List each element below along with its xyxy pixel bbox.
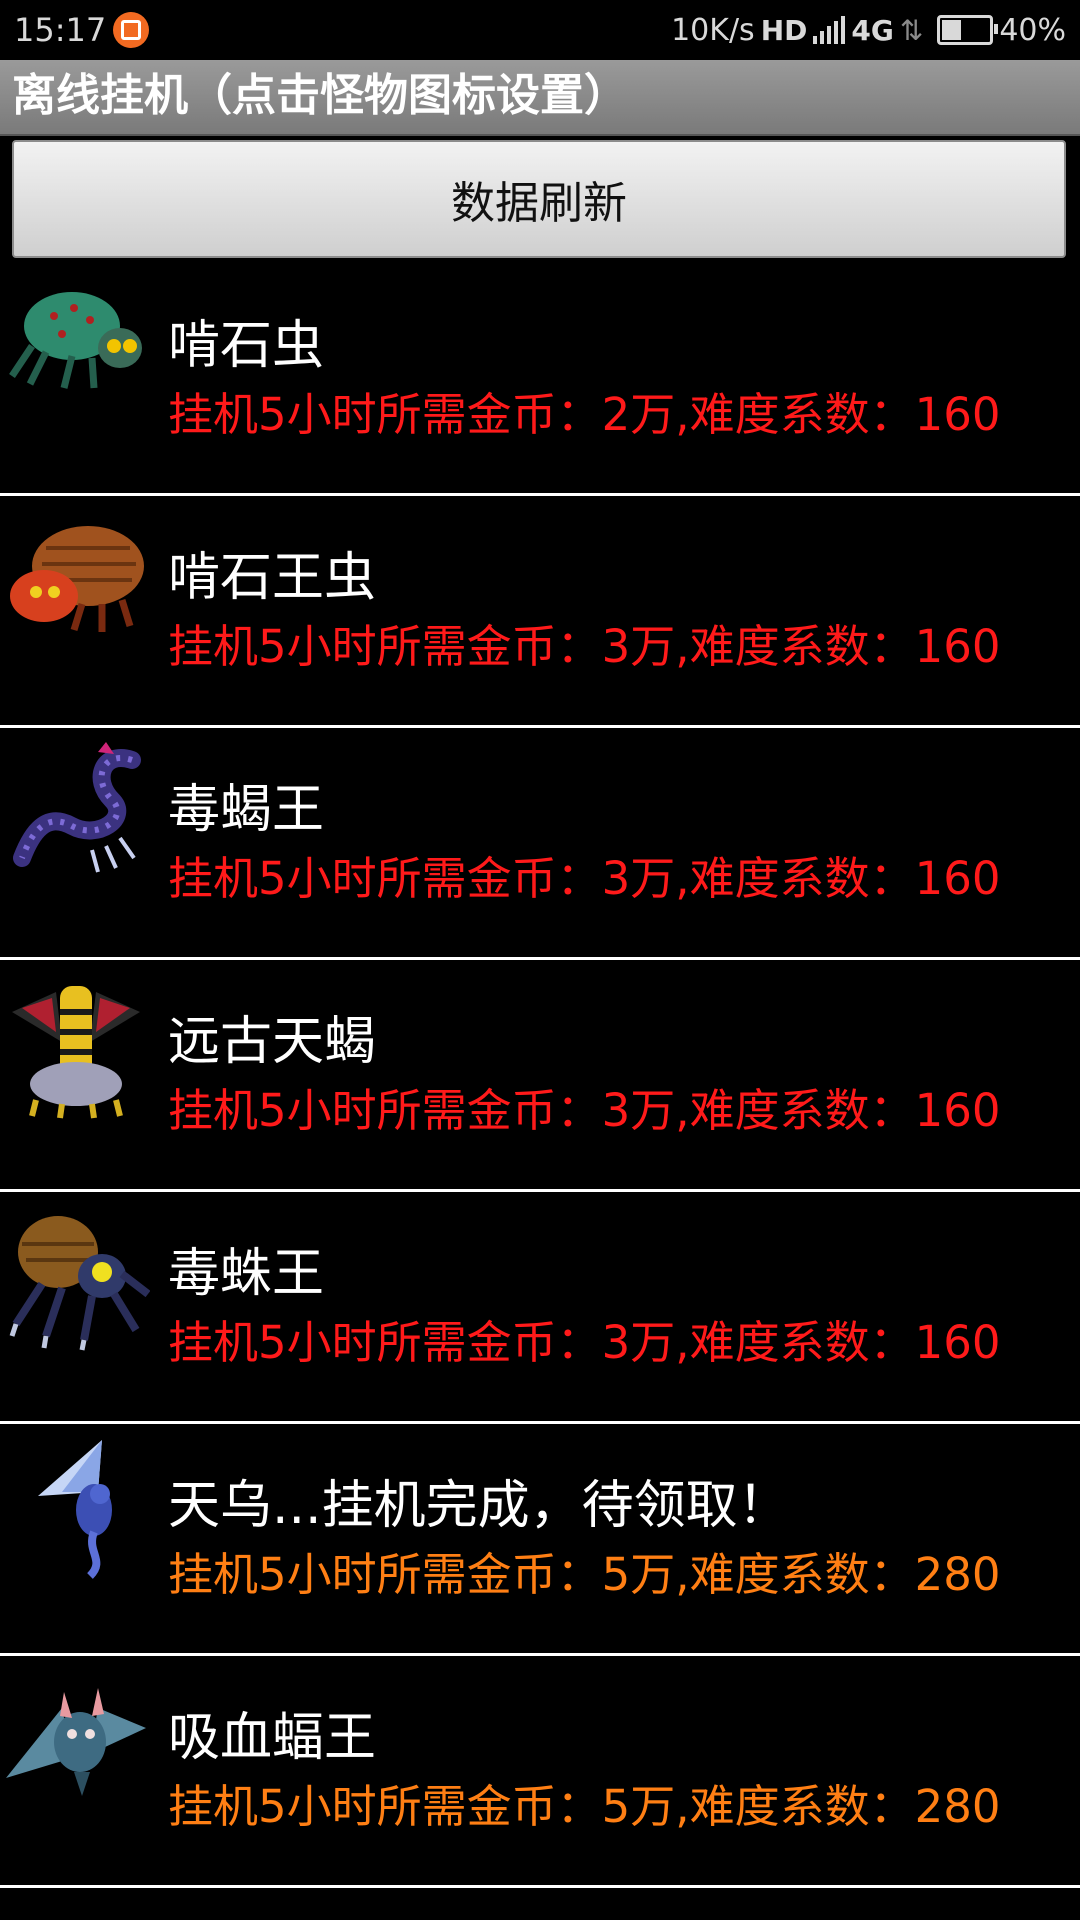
monster-name: 毒蛛王 [168, 1244, 325, 1304]
monster-cost-info: 挂机5小时所需金币：5万,难度系数：280 [168, 1548, 1001, 1601]
net-speed: 10K/s [671, 12, 755, 48]
monster-list: 啃石虫 挂机5小时所需金币：2万,难度系数：160 啃石王虫 挂机5小时所需金币：3万… [0, 264, 1080, 1888]
monster-list-item[interactable]: 吸血蝠王挂机5小时所需金币：5万,难度系数：280 [0, 1656, 1080, 1888]
monster-name: 天乌...挂机完成，待领取！ [168, 1476, 790, 1536]
monster-name: 毒蝎王 [168, 780, 325, 840]
monster-name: 啃石虫 [168, 316, 325, 376]
monster-name: 啃石王虫 [168, 548, 377, 608]
monster-list-item[interactable]: 远古天蝎挂机5小时所需金币：3万,难度系数：160 [0, 960, 1080, 1192]
monster-cost-info: 挂机5小时所需金币：3万,难度系数：160 [168, 1084, 1001, 1137]
hd-badge: HD [760, 13, 808, 47]
purple-serpent-monster-icon[interactable] [2, 740, 150, 888]
notification-icon [113, 12, 149, 48]
monster-name: 吸血蝠王 [168, 1708, 377, 1768]
monster-list-item[interactable]: 啃石虫挂机5小时所需金币：2万,难度系数：160 [0, 264, 1080, 496]
status-indicators: 10K/s HD 4G ⇅ 40% [671, 10, 1066, 50]
spider-king-monster-icon[interactable] [2, 1204, 150, 1352]
blue-bird-monster-icon[interactable] [2, 1436, 150, 1584]
signal-icon [813, 16, 846, 44]
monster-name: 远古天蝎 [168, 1012, 377, 1072]
green-spider-monster-icon[interactable] [2, 276, 150, 424]
vampire-bat-monster-icon[interactable] [2, 1668, 150, 1816]
gold-dragon-monster-icon[interactable] [2, 972, 150, 1120]
refresh-data-button[interactable]: 数据刷新 [12, 140, 1066, 258]
monster-cost-info: 挂机5小时所需金币：3万,难度系数：160 [168, 1316, 1001, 1369]
orange-beetle-monster-icon[interactable] [2, 508, 150, 656]
network-type: 4G [851, 13, 894, 47]
page-title: 离线挂机（点击怪物图标设置） [12, 70, 628, 121]
status-bar: 15:17 10K/s HD 4G ⇅ 40% [0, 0, 1080, 60]
status-time: 15:17 [14, 11, 107, 49]
battery-percent: 40% [999, 12, 1066, 48]
data-activity-icon: ⇅ [899, 13, 924, 47]
monster-list-item[interactable]: 毒蛛王挂机5小时所需金币：3万,难度系数：160 [0, 1192, 1080, 1424]
monster-list-item[interactable]: 啃石王虫挂机5小时所需金币：3万,难度系数：160 [0, 496, 1080, 728]
monster-list-item[interactable]: 毒蝎王挂机5小时所需金币：3万,难度系数：160 [0, 728, 1080, 960]
title-bar: 离线挂机（点击怪物图标设置） [0, 60, 1080, 136]
monster-cost-info: 挂机5小时所需金币：2万,难度系数：160 [168, 388, 1001, 441]
monster-cost-info: 挂机5小时所需金币：3万,难度系数：160 [168, 620, 1001, 673]
monster-cost-info: 挂机5小时所需金币：3万,难度系数：160 [168, 852, 1001, 905]
monster-list-item[interactable]: 天乌...挂机完成，待领取！ 挂机5小时所需金币：5万,难度系数：280 [0, 1424, 1080, 1656]
monster-cost-info: 挂机5小时所需金币：5万,难度系数：280 [168, 1780, 1001, 1833]
battery-icon [937, 15, 999, 45]
